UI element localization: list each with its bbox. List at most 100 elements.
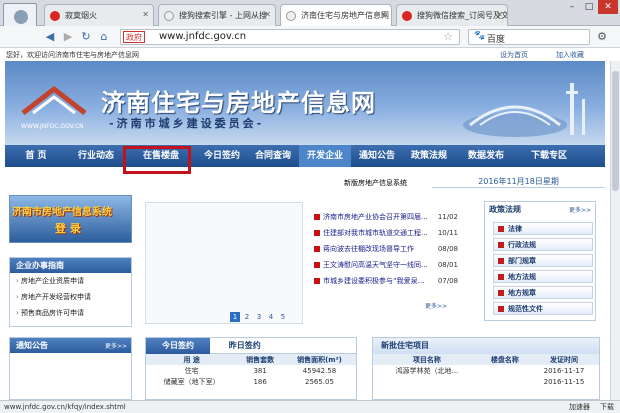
menu-today-signing[interactable]: 今日签约 (197, 145, 247, 167)
bookmark-star-icon[interactable]: ☆ (443, 30, 453, 43)
policy-more-link[interactable]: 更多>> (569, 205, 591, 214)
pager-item[interactable]: 1 (230, 312, 240, 322)
signing-panel: 今日签约 昨日签约 用 途销售套数 销售面积(m²) 住宅 381 45942.58 … (145, 337, 357, 400)
maximize-icon[interactable]: □ (581, 0, 597, 14)
sogou-icon (402, 11, 412, 21)
site-banner: WWW.JNFDC.GOV.CN 济南住宅与房地产信息网 -济南市城乡建设委员会… (5, 61, 605, 145)
status-url: www.jnfdc.gov.cn/kfqy/index.shtml (4, 403, 126, 411)
set-home-link[interactable]: 设为首页 (500, 50, 528, 60)
browser-tab-2[interactable]: 搜狗搜索引擎 - 上网从搜 ✕ (158, 4, 276, 26)
policy-item[interactable]: 地方规章 (493, 286, 593, 299)
search-input[interactable]: 🐾 百度 (468, 29, 590, 45)
table-row: 储藏室（地下室） 186 2565.05 (163, 377, 334, 386)
status-bar: www.jnfdc.gov.cn/kfqy/index.shtml 加速器 下载 (0, 400, 620, 413)
menu-downloads[interactable]: 下载专区 (517, 145, 581, 167)
logo-text: WWW.JNFDC.GOV.CN (21, 123, 84, 130)
stadium-illustration-icon (463, 83, 585, 137)
bullet-icon (314, 214, 320, 220)
highlight-box (123, 146, 191, 174)
tab-yesterday-signing[interactable]: 昨日签约 (213, 338, 277, 354)
bullet-icon (314, 262, 320, 268)
page-icon (164, 11, 174, 21)
guide-panel: 企业办事指南 房地产企业资质申请 房地产开发经营权申请 预售商品房许可申请 (9, 257, 132, 327)
menu-industry-news[interactable]: 行业动态 (67, 145, 125, 167)
browser-tab-4[interactable]: 搜狗微信搜索_订阅号及文 ✕ (396, 4, 508, 26)
pager-item[interactable]: 2 (242, 312, 252, 322)
tab-today-signing[interactable]: 今日签约 (146, 338, 210, 354)
window-controls: – □ ✕ (564, 0, 618, 16)
news-item[interactable]: 王文涛慰问高温天气坚守一线同... 08/01 (314, 257, 458, 273)
policy-item[interactable]: 法律 (493, 222, 593, 235)
guide-item[interactable]: 房地产开发经营权申请 (10, 289, 131, 305)
url-input[interactable]: 政府 www.jnfdc.gov.cn ☆ (120, 29, 460, 45)
minimize-icon[interactable]: – (564, 0, 580, 14)
new-homes-title: 新批住宅项目 (373, 338, 599, 354)
policy-title: 政策法规 (489, 205, 521, 214)
gov-badge: 政府 (123, 31, 145, 43)
home-icon[interactable]: ⌂ (96, 29, 112, 45)
download-button[interactable]: 下载 (600, 401, 614, 413)
signing-table: 用 途销售套数 销售面积(m²) 住宅 381 45942.58 储藏室（地下室） 18… (146, 354, 356, 387)
close-tab-icon[interactable]: ✕ (264, 10, 271, 19)
news-carousel[interactable] (145, 202, 303, 324)
menu-contract-query[interactable]: 合同查询 (247, 145, 299, 167)
page-icon (286, 11, 296, 21)
date-display: 2016年11月18日星期 (432, 175, 605, 188)
policy-item[interactable]: 地方法规 (493, 270, 593, 283)
news-item[interactable]: 住建部对我市城市轨道交通工程... 10/11 (314, 225, 458, 241)
guide-item[interactable]: 预售商品房许可申请 (10, 305, 131, 321)
back-icon[interactable]: ◀ (42, 29, 58, 45)
news-item[interactable]: 市城乡建设委积极参与“我爱泉... 07/08 (314, 273, 458, 289)
notice-more-link[interactable]: 更多>> (105, 341, 127, 350)
system-login-banner[interactable]: 济南市房地产信息系统 登 录 (9, 195, 132, 243)
menu-home[interactable]: 首 页 (5, 145, 67, 167)
news-more-link[interactable]: 更多>> (425, 301, 447, 310)
table-row[interactable]: 2016-11-15 (373, 376, 599, 387)
forward-icon[interactable]: ▶ (60, 29, 76, 45)
site-title: 济南住宅与房地产信息网 (101, 88, 376, 117)
bullet-icon (314, 230, 320, 236)
news-list: 济南市房地产业协会召开第四届... 11/02 住建部对我市城市轨道交通工程...… (314, 209, 458, 289)
guide-title: 企业办事指南 (10, 258, 131, 273)
tools-icon[interactable]: ⚙ (594, 29, 610, 45)
close-tab-icon[interactable]: ✕ (496, 10, 503, 19)
menu-policies[interactable]: 政策法规 (403, 145, 455, 167)
news-item[interactable]: 济南市房地产业协会召开第四届... 11/02 (314, 209, 458, 225)
pager-item[interactable]: 3 (254, 312, 264, 322)
site-subtitle: -济南市城乡建设委员会- (109, 117, 265, 130)
pager-item[interactable]: 4 (266, 312, 276, 322)
table-row[interactable]: 鸿源学林苑（北地... 2016-11-17 (373, 365, 599, 376)
url-text: www.jnfdc.gov.cn (159, 31, 247, 42)
menu-notices[interactable]: 通知公告 (351, 145, 403, 167)
policy-item[interactable]: 规范性文件 (493, 302, 593, 315)
new-homes-panel: 新批住宅项目 项目名称 楼盘名称 发证时间 鸿源学林苑（北地... 2016-11-1… (372, 337, 600, 400)
close-window-icon[interactable]: ✕ (598, 0, 618, 14)
weibo-icon (50, 11, 60, 21)
close-tab-icon[interactable]: ✕ (380, 10, 387, 19)
policy-item[interactable]: 部门规章 (493, 254, 593, 267)
baidu-icon: 🐾 (474, 31, 486, 41)
accelerator-button[interactable]: 加速器 (569, 401, 590, 413)
policy-item[interactable]: 行政法规 (493, 238, 593, 251)
close-tab-icon[interactable]: ✕ (142, 10, 149, 19)
menu-data[interactable]: 数据发布 (455, 145, 517, 167)
bullet-icon (314, 278, 320, 284)
address-bar: ◀ ▶ ↻ ⌂ 政府 www.jnfdc.gov.cn ☆ 🐾 百度 ⚙ (0, 26, 620, 48)
menu-developers[interactable]: 开发企业 (299, 145, 351, 167)
add-favorite-link[interactable]: 加入收藏 (556, 50, 584, 60)
vertical-scrollbar[interactable] (610, 61, 620, 400)
policy-panel: 政策法规 更多>> 法律 行政法规 部门规章 地方法规 地方规章 规范性文件 (484, 201, 596, 321)
browser-tab-3[interactable]: 济南住宅与房地产信息网 ✕ (280, 4, 392, 27)
refresh-icon[interactable]: ↻ (78, 29, 94, 45)
guide-item[interactable]: 房地产企业资质申请 (10, 273, 131, 289)
news-item[interactable]: 蒋向波去往棚改现场督导工作 08/08 (314, 241, 458, 257)
main-menu: 首 页 行业动态 在售楼盘 今日签约 合同查询 开发企业 通知公告 政策法规 数… (5, 145, 605, 167)
pager-item[interactable]: 5 (278, 312, 288, 322)
welcome-bar: 您好，欢迎访问济南市住宅与房地产信息网 设为首页 加入收藏 (0, 48, 620, 61)
bullet-icon (314, 246, 320, 252)
carousel-pager: 1 2 3 4 5 (230, 312, 288, 322)
news-ticker[interactable]: 新版房地产信息系统 (344, 178, 407, 188)
browser-tab-1[interactable]: 寂寞烟火 ✕ (44, 4, 154, 26)
table-row: 住宅 381 45942.58 (184, 366, 337, 375)
new-homes-table: 项目名称 楼盘名称 发证时间 鸿源学林苑（北地... 2016-11-17 2016-… (373, 354, 599, 387)
